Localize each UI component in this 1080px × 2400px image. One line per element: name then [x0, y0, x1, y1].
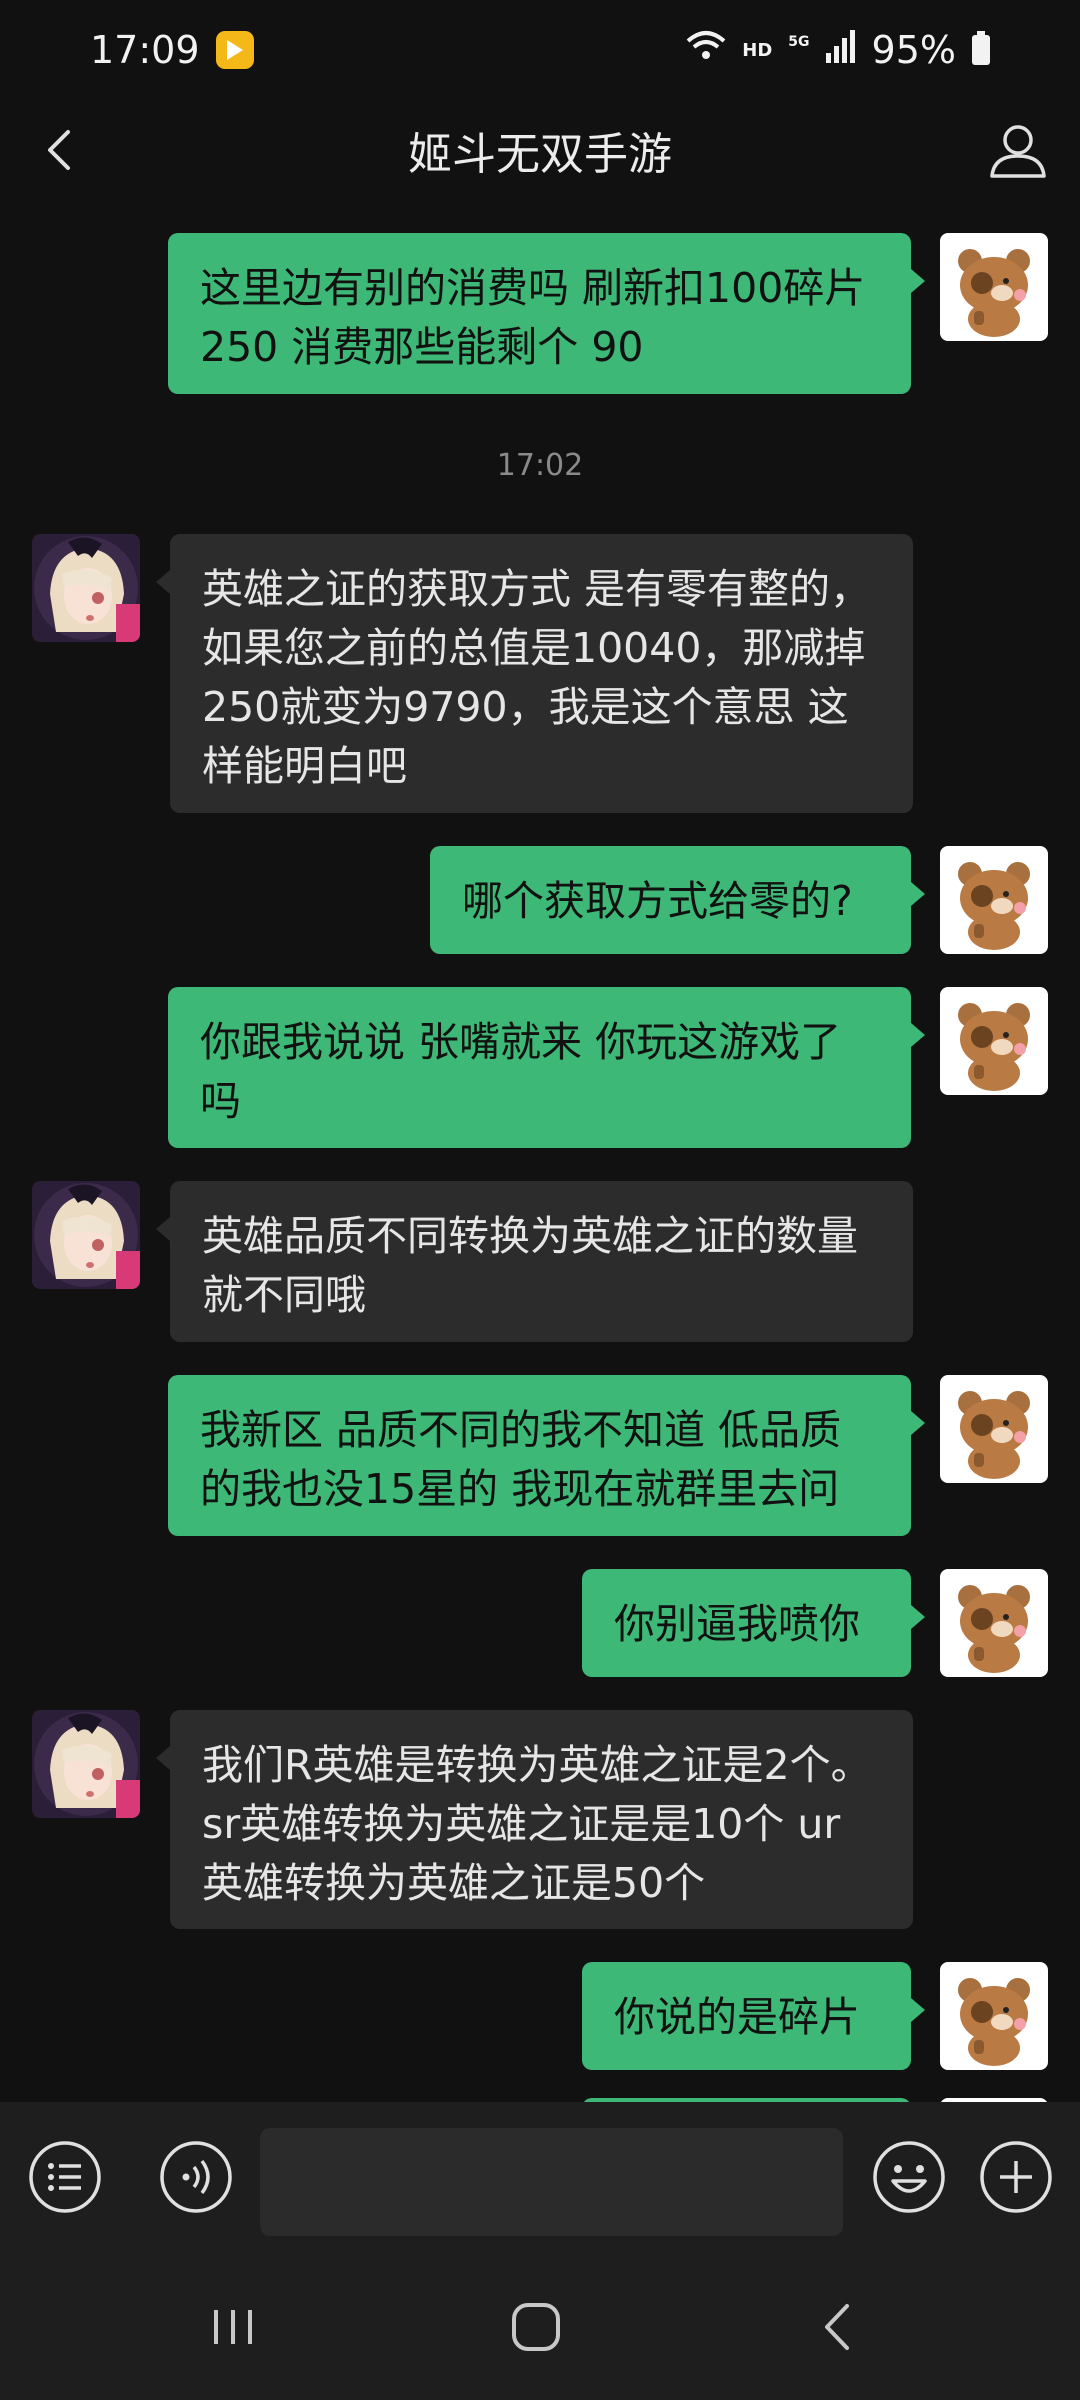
back-arrow-icon[interactable] — [28, 118, 92, 182]
contact-avatar[interactable] — [32, 1710, 140, 1818]
voice-icon[interactable] — [158, 2139, 234, 2215]
network-5g-label: 5G — [788, 34, 810, 50]
message-input-bar — [0, 2102, 1080, 2252]
message-bubble[interactable]: 你跟我说说 张嘴就来 你玩这游戏了吗 — [168, 987, 925, 1148]
network-hd-label: HD — [742, 39, 773, 61]
my-avatar[interactable] — [940, 233, 1048, 341]
message-input[interactable] — [260, 2128, 843, 2236]
chat-message-list[interactable]: 这里边有别的消费吗 刷新扣100碎片 250 消费那些能剩个 90 17:02 … — [0, 200, 1080, 2102]
message-bubble[interactable]: 我新区 品质不同的我不知道 低品质的我也没15星的 我现在就群里去问 — [168, 1375, 925, 1536]
battery-icon — [972, 31, 990, 65]
message-bubble[interactable]: 英雄品质不同转换为英雄之证的数量就不同哦 — [156, 1181, 913, 1342]
wifi-icon — [686, 28, 726, 72]
system-navigation-bar — [0, 2252, 1080, 2400]
plus-icon[interactable] — [978, 2139, 1054, 2215]
status-time: 17:09 — [90, 28, 200, 72]
message-timestamp: 17:02 — [496, 448, 584, 483]
message-bubble[interactable]: 你别逼我喷你 — [582, 1569, 925, 1677]
video-app-notification-icon — [215, 31, 254, 69]
my-avatar[interactable] — [940, 1569, 1048, 1677]
battery-percent: 95% — [871, 28, 956, 72]
message-bubble[interactable]: 我们R英雄是转换为英雄之证是2个。sr英雄转换为英雄之证是是10个 ur英雄转换… — [156, 1710, 913, 1929]
recent-apps-icon[interactable] — [198, 2292, 268, 2362]
message-bubble[interactable]: 你说的是碎片 — [582, 1962, 925, 2070]
menu-icon[interactable] — [27, 2139, 103, 2215]
my-avatar[interactable] — [940, 987, 1048, 1095]
message-bubble[interactable]: 这里边有别的消费吗 刷新扣100碎片 250 消费那些能剩个 90 — [168, 233, 925, 394]
message-bubble[interactable]: 英雄之证的获取方式 是有零有整的，如果您之前的总值是10040，那减掉250就变… — [156, 534, 913, 813]
chat-title: 姬斗无双手游 — [408, 129, 672, 180]
status-bar: 17:09 HD 5G 95% — [0, 0, 1080, 100]
message-bubble[interactable]: 哪个获取方式给零的? — [430, 846, 925, 954]
my-avatar[interactable] — [940, 1375, 1048, 1483]
chat-header: 姬斗无双手游 — [0, 100, 1080, 200]
signal-icon — [825, 28, 856, 72]
home-icon[interactable] — [501, 2292, 571, 2362]
contact-avatar[interactable] — [32, 1181, 140, 1289]
my-avatar[interactable] — [940, 846, 1048, 954]
contact-profile-icon[interactable] — [984, 116, 1052, 184]
emoji-icon[interactable] — [871, 2139, 947, 2215]
contact-avatar[interactable] — [32, 534, 140, 642]
back-icon[interactable] — [803, 2292, 873, 2362]
my-avatar[interactable] — [940, 1962, 1048, 2070]
